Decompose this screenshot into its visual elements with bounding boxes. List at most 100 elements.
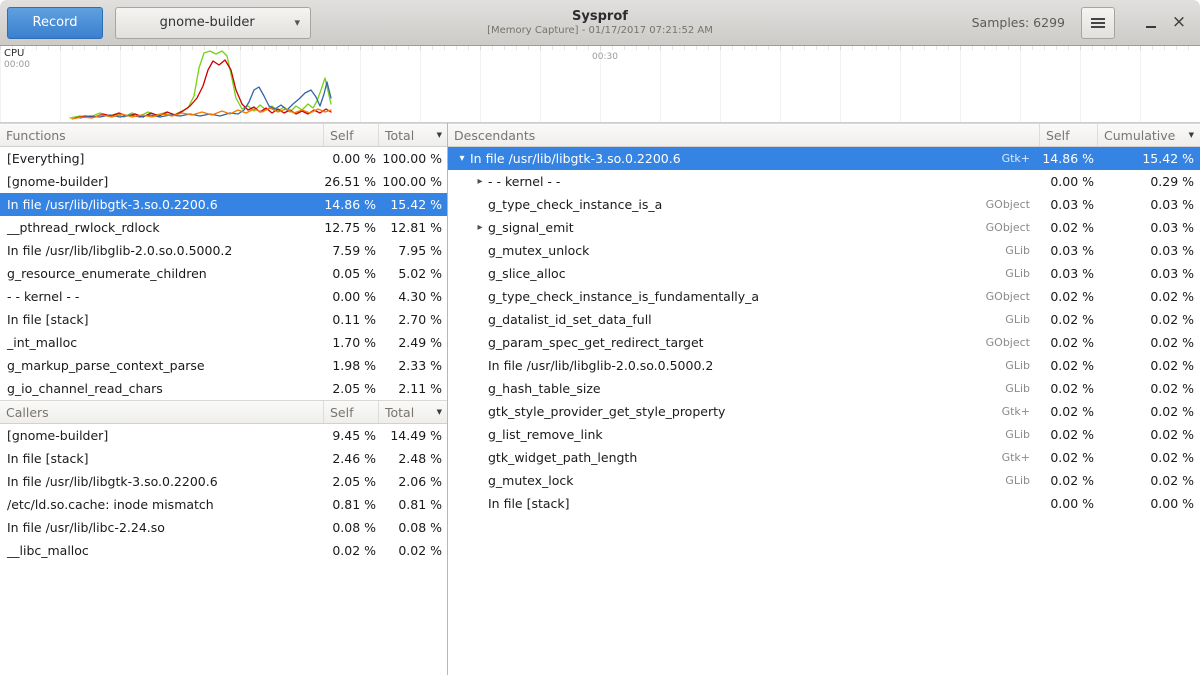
- expander-icon[interactable]: ▸: [472, 176, 488, 187]
- descendants-empty-area: [448, 515, 1200, 675]
- column-header-total[interactable]: Total ▼: [379, 401, 447, 423]
- caller-row[interactable]: [gnome-builder] 9.45 % 14.49 %: [0, 424, 447, 447]
- descendant-cumulative-value: 0.02 %: [1098, 473, 1200, 488]
- descendants-pane: Descendants Self Cumulative ▼ ▾ In file …: [448, 123, 1200, 675]
- function-row[interactable]: __pthread_rwlock_rdlock 12.75 % 12.81 %: [0, 216, 447, 239]
- function-name: [gnome-builder]: [0, 174, 324, 189]
- function-name: g_resource_enumerate_children: [0, 266, 324, 281]
- descendant-cumulative-value: 0.03 %: [1098, 220, 1200, 235]
- column-header-callers[interactable]: Callers: [0, 401, 324, 423]
- descendant-row[interactable]: g_slice_alloc GLib 0.03 % 0.03 %: [448, 262, 1200, 285]
- samples-count: Samples: 6299: [972, 15, 1065, 30]
- function-self-value: 0.00 %: [324, 289, 379, 304]
- function-row[interactable]: [Everything] 0.00 % 100.00 %: [0, 147, 447, 170]
- expander-icon[interactable]: ▸: [472, 222, 488, 233]
- function-total-value: 2.11 %: [379, 381, 447, 396]
- descendant-self-value: 0.02 %: [1040, 381, 1098, 396]
- descendant-row[interactable]: In file [stack] 0.00 % 0.00 %: [448, 492, 1200, 515]
- sort-indicator-icon: ▼: [433, 408, 442, 416]
- descendant-self-value: 0.02 %: [1040, 427, 1098, 442]
- function-self-value: 1.70 %: [324, 335, 379, 350]
- function-row[interactable]: - - kernel - - 0.00 % 4.30 %: [0, 285, 447, 308]
- column-header-self[interactable]: Self: [324, 124, 379, 146]
- column-header-total[interactable]: Total ▼: [379, 124, 447, 146]
- caller-row[interactable]: In file /usr/lib/libgtk-3.so.0.2200.6 2.…: [0, 470, 447, 493]
- descendant-row[interactable]: gtk_style_provider_get_style_property Gt…: [448, 400, 1200, 423]
- descendant-self-value: 0.02 %: [1040, 335, 1098, 350]
- function-row[interactable]: In file /usr/lib/libglib-2.0.so.0.5000.2…: [0, 239, 447, 262]
- chevron-down-icon: ▾: [294, 16, 300, 29]
- column-header-cumulative-label: Cumulative: [1104, 128, 1175, 143]
- caller-self-value: 9.45 %: [324, 428, 379, 443]
- descendant-row[interactable]: g_type_check_instance_is_a GObject 0.03 …: [448, 193, 1200, 216]
- descendant-row[interactable]: g_type_check_instance_is_fundamentally_a…: [448, 285, 1200, 308]
- column-header-total-label: Total: [385, 128, 414, 143]
- expander-icon[interactable]: ▾: [454, 153, 470, 164]
- descendant-name: In file [stack]: [488, 496, 1030, 511]
- function-row[interactable]: g_resource_enumerate_children 0.05 % 5.0…: [0, 262, 447, 285]
- descendant-row[interactable]: g_mutex_lock GLib 0.02 % 0.02 %: [448, 469, 1200, 492]
- library-label: GObject: [986, 221, 1040, 234]
- descendant-cumulative-value: 0.02 %: [1098, 358, 1200, 373]
- descendant-row[interactable]: g_list_remove_link GLib 0.02 % 0.02 %: [448, 423, 1200, 446]
- descendant-name: gtk_widget_path_length: [488, 450, 1002, 465]
- descendant-row[interactable]: ▸ - - kernel - - 0.00 % 0.29 %: [448, 170, 1200, 193]
- function-row[interactable]: g_io_channel_read_chars 2.05 % 2.11 %: [0, 377, 447, 400]
- descendant-row[interactable]: g_param_spec_get_redirect_target GObject…: [448, 331, 1200, 354]
- caller-total-value: 14.49 %: [379, 428, 447, 443]
- descendant-name: - - kernel - -: [488, 174, 1030, 189]
- caller-self-value: 0.02 %: [324, 543, 379, 558]
- function-total-value: 2.49 %: [379, 335, 447, 350]
- caller-row[interactable]: In file [stack] 2.46 % 2.48 %: [0, 447, 447, 470]
- menu-button[interactable]: [1081, 7, 1115, 39]
- caller-name: In file [stack]: [0, 451, 324, 466]
- function-row[interactable]: [gnome-builder] 26.51 % 100.00 %: [0, 170, 447, 193]
- caller-row[interactable]: In file /usr/lib/libc-2.24.so 0.08 % 0.0…: [0, 516, 447, 539]
- descendant-cumulative-value: 0.02 %: [1098, 289, 1200, 304]
- descendant-row[interactable]: g_hash_table_size GLib 0.02 % 0.02 %: [448, 377, 1200, 400]
- descendant-row[interactable]: In file /usr/lib/libglib-2.0.so.0.5000.2…: [448, 354, 1200, 377]
- function-total-value: 5.02 %: [379, 266, 447, 281]
- descendant-self-value: 0.02 %: [1040, 289, 1098, 304]
- function-total-value: 2.33 %: [379, 358, 447, 373]
- column-header-self[interactable]: Self: [1040, 124, 1098, 146]
- caller-row[interactable]: __libc_malloc 0.02 % 0.02 %: [0, 539, 447, 562]
- caller-row[interactable]: /etc/ld.so.cache: inode mismatch 0.81 % …: [0, 493, 447, 516]
- minimize-button[interactable]: [1137, 0, 1165, 46]
- descendant-row[interactable]: gtk_widget_path_length Gtk+ 0.02 % 0.02 …: [448, 446, 1200, 469]
- descendant-cumulative-value: 0.02 %: [1098, 404, 1200, 419]
- close-icon: ×: [1172, 14, 1186, 31]
- descendant-row[interactable]: g_datalist_id_set_data_full GLib 0.02 % …: [448, 308, 1200, 331]
- descendant-self-value: 0.00 %: [1040, 496, 1098, 511]
- function-row[interactable]: In file [stack] 0.11 % 2.70 %: [0, 308, 447, 331]
- descendant-cumulative-value: 0.02 %: [1098, 450, 1200, 465]
- column-header-functions[interactable]: Functions: [0, 124, 324, 146]
- caller-name: [gnome-builder]: [0, 428, 324, 443]
- column-header-cumulative[interactable]: Cumulative ▼: [1098, 124, 1200, 146]
- function-row[interactable]: g_markup_parse_context_parse 1.98 % 2.33…: [0, 354, 447, 377]
- process-selector-label: gnome-builder: [126, 15, 288, 30]
- descendant-name: In file /usr/lib/libgtk-3.so.0.2200.6: [470, 151, 1002, 166]
- descendant-name: gtk_style_provider_get_style_property: [488, 404, 1002, 419]
- function-row[interactable]: In file /usr/lib/libgtk-3.so.0.2200.6 14…: [0, 193, 447, 216]
- column-header-descendants[interactable]: Descendants: [448, 124, 1040, 146]
- function-self-value: 12.75 %: [324, 220, 379, 235]
- record-button[interactable]: Record: [7, 7, 103, 39]
- descendant-row[interactable]: ▾ In file /usr/lib/libgtk-3.so.0.2200.6 …: [448, 147, 1200, 170]
- cpu-timeline-graph[interactable]: CPU 00:00 00:30: [0, 46, 1200, 123]
- descendant-row[interactable]: ▸ g_signal_emit GObject 0.02 % 0.03 %: [448, 216, 1200, 239]
- function-row[interactable]: _int_malloc 1.70 % 2.49 %: [0, 331, 447, 354]
- close-button[interactable]: ×: [1165, 0, 1193, 46]
- descendant-row[interactable]: g_mutex_unlock GLib 0.03 % 0.03 %: [448, 239, 1200, 262]
- descendant-self-value: 0.03 %: [1040, 197, 1098, 212]
- function-total-value: 7.95 %: [379, 243, 447, 258]
- caller-name: /etc/ld.so.cache: inode mismatch: [0, 497, 324, 512]
- caller-total-value: 0.02 %: [379, 543, 447, 558]
- descendant-cumulative-value: 0.02 %: [1098, 335, 1200, 350]
- library-label: GLib: [1005, 428, 1040, 441]
- column-header-self[interactable]: Self: [324, 401, 379, 423]
- sort-indicator-icon: ▼: [1185, 131, 1194, 139]
- function-name: In file /usr/lib/libglib-2.0.so.0.5000.2: [0, 243, 324, 258]
- process-selector-dropdown[interactable]: gnome-builder ▾: [115, 7, 311, 39]
- descendant-name: g_hash_table_size: [488, 381, 1005, 396]
